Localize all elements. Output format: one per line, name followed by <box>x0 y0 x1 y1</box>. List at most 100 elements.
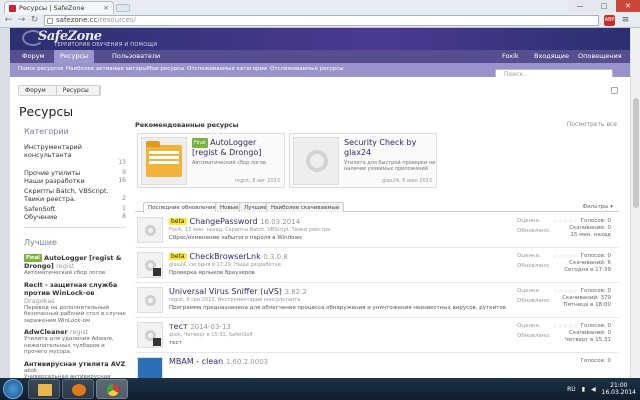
maximize-button[interactable]: □ <box>592 0 616 12</box>
category-count: 1 <box>122 205 126 212</box>
card-desc: Утилита для быстрой проверки на наличие … <box>344 160 436 172</box>
category-label: SafenSoft <box>24 205 56 213</box>
browser-tab[interactable]: Ресурсы | SafeZone × <box>4 1 114 14</box>
tab-title: Ресурсы | SafeZone <box>19 4 85 12</box>
network-icon[interactable]: ▮ <box>582 386 585 393</box>
taskbar-media-player[interactable] <box>62 379 94 399</box>
resource-row[interactable]: beta ChangePassword 16.03.2014 Foxik, 15 … <box>135 214 619 248</box>
chrome-menu-icon[interactable]: ≡ <box>620 15 631 26</box>
category-item[interactable]: Прочие утилиты 9 <box>24 169 126 177</box>
card-meta: regist, 8 авг 2013 <box>234 178 280 184</box>
resource-title[interactable]: CheckBrowserLnk <box>190 252 261 261</box>
new-tab-button[interactable] <box>116 4 130 12</box>
resource-row[interactable]: beta CheckBrowserLnk 0.3.0.8 glax24, сего… <box>135 249 619 283</box>
breadcrumb-resources[interactable]: Ресурсы <box>57 86 100 95</box>
nav-alerts[interactable]: Оповещения <box>572 50 628 63</box>
nav-users[interactable]: Пользователи <box>106 50 166 63</box>
resource-desc: тест <box>169 340 182 346</box>
final-badge: Final <box>192 138 208 148</box>
gear-icon <box>145 225 156 236</box>
category-count: 8 <box>122 213 126 220</box>
category-item[interactable]: Наши разработки 16 <box>24 177 126 185</box>
resource-row[interactable]: Universal Virus Sniffer (uVS) 3.82.2 reg… <box>135 284 619 318</box>
reload-icon[interactable]: ↻ <box>29 15 40 26</box>
best-item-author[interactable]: akok <box>24 368 37 374</box>
chrome-icon <box>107 384 119 396</box>
volume-icon[interactable]: ◀ <box>591 386 596 393</box>
see-all-link[interactable]: Посмотреть все <box>567 121 617 128</box>
windows-start-icon[interactable] <box>3 379 23 399</box>
resource-title[interactable]: MBAM - clean <box>169 357 223 366</box>
subnav-my-resources[interactable]: Мои ресурсы <box>147 63 184 77</box>
rating-label: Оценка: <box>517 253 541 259</box>
updated-time: Сегодня в 17:39 <box>564 267 611 273</box>
category-item[interactable]: Скрипты Batch, VBScript. Твики реестра. 2 <box>24 187 126 203</box>
address-bar[interactable]: safezone.cc/resources/ <box>44 15 599 26</box>
back-arrow-icon[interactable]: ← <box>3 15 14 26</box>
recommended-card[interactable]: Security Check by glax24 Утилита для быс… <box>289 133 437 188</box>
window-close-button[interactable]: ✕ <box>616 0 640 12</box>
updated-label: Обновлено: <box>517 298 551 304</box>
taskbar-chrome[interactable] <box>96 379 128 399</box>
author-avatar <box>153 338 161 346</box>
resource-meta: regist, 9 сен 2013, Инструментарий консу… <box>169 297 301 303</box>
subnav-watched-resources[interactable]: Отслеживаемые ресурсы <box>270 63 344 77</box>
forward-arrow-icon[interactable]: → <box>16 15 27 26</box>
filters-dropdown[interactable]: Фильтры ▾ <box>582 202 613 212</box>
tab-latest-updates[interactable]: Последние обновления <box>143 202 221 213</box>
updated-time: Четверг в 15:31 <box>565 337 611 343</box>
category-item[interactable]: Обучение 8 <box>24 213 126 221</box>
resource-title[interactable]: Universal Virus Sniffer (uVS) <box>169 287 282 296</box>
resource-row[interactable]: тест 2014-03-13 akok, Четверг в 15:31, S… <box>135 319 619 353</box>
best-item-title[interactable]: AdwCleaner <box>24 328 68 336</box>
downloads-count: Скачиваний: 379 <box>562 295 611 301</box>
resource-desc: Проверка ярлыков браузеров <box>169 270 255 276</box>
tab-most-downloaded[interactable]: Наиболее скачиваемые <box>266 202 345 212</box>
resource-stats: Голосов: 0 Скачиваний: 0 Четверг в 15:31 <box>565 323 611 344</box>
resource-row[interactable]: MBAM - clean 1.60.2.0003 Голосов: 0 <box>135 354 619 383</box>
card-title[interactable]: Security Check by glax24 <box>344 138 436 158</box>
category-count: 13 <box>118 159 126 166</box>
best-item-title[interactable]: Антивирусная утилита AVZ <box>24 360 125 368</box>
category-label: Прочие утилиты <box>24 169 81 177</box>
subnav-search-resources[interactable]: Поиск ресурсов <box>18 63 63 77</box>
tab-close-icon[interactable]: × <box>103 2 109 14</box>
language-indicator[interactable]: RU <box>567 386 576 393</box>
best-item-author[interactable]: regist <box>70 328 88 336</box>
system-tray: RU ▮ ◀ 21:00 16.03.2014 <box>567 378 636 400</box>
taskbar-explorer[interactable] <box>28 379 60 399</box>
nav-inbox[interactable]: Входящие <box>528 50 575 63</box>
best-item-author[interactable]: Dragokas <box>24 297 55 305</box>
best-item-title[interactable]: RecIt - защитная служба против WinLock-о… <box>24 281 117 297</box>
resource-thumbnail <box>293 137 339 185</box>
nav-user-foxik[interactable]: Foxik <box>496 50 525 63</box>
category-item[interactable]: SafenSoft 1 <box>24 205 126 213</box>
category-item[interactable]: Инструментарий консультанта 13 <box>24 143 126 166</box>
recommended-card[interactable]: Final AutoLogger [regist & Drongo] Автом… <box>137 133 285 188</box>
resource-version: 1.60.2.0003 <box>225 358 269 366</box>
subnav-top-authors[interactable]: Наиболее активные авторы <box>66 63 147 77</box>
minimize-button[interactable]: — <box>568 0 592 12</box>
best-item-author[interactable]: regist <box>56 262 74 270</box>
best-item[interactable]: AdwCleaner regist Утилита для удаления A… <box>24 328 126 356</box>
breadcrumb-forum[interactable]: Форум <box>19 86 57 95</box>
scrollbar-thumb[interactable] <box>633 98 639 208</box>
breadcrumb: Форум Ресурсы <box>18 85 101 96</box>
nav-forum[interactable]: Форум <box>16 50 50 63</box>
subnav-watched-categories[interactable]: Отслеживаемые категории <box>187 63 267 77</box>
resource-version: 16.03.2014 <box>260 218 301 226</box>
best-item[interactable]: Final AutoLogger [regist & Drongo] regis… <box>24 254 126 277</box>
votes-count: Голосов: 0 <box>580 253 611 259</box>
downloads-count: Скачиваний: 0 <box>569 225 611 231</box>
best-item[interactable]: RecIt - защитная служба против WinLock-о… <box>24 281 126 325</box>
resource-title[interactable]: ChangePassword <box>190 217 258 226</box>
clock[interactable]: 21:00 16.03.2014 <box>602 382 636 396</box>
author-avatar <box>153 268 161 276</box>
adblock-extension-icon[interactable]: ABP <box>604 15 615 26</box>
main-navigation: Форум Ресурсы Пользователи Foxik Входящи… <box>10 50 630 63</box>
resource-title[interactable]: тест <box>169 322 188 331</box>
resource-thumbnail <box>141 137 187 185</box>
page-scrollbar[interactable] <box>630 28 640 378</box>
nav-resources[interactable]: Ресурсы <box>54 50 95 63</box>
rss-icon[interactable] <box>611 87 618 94</box>
